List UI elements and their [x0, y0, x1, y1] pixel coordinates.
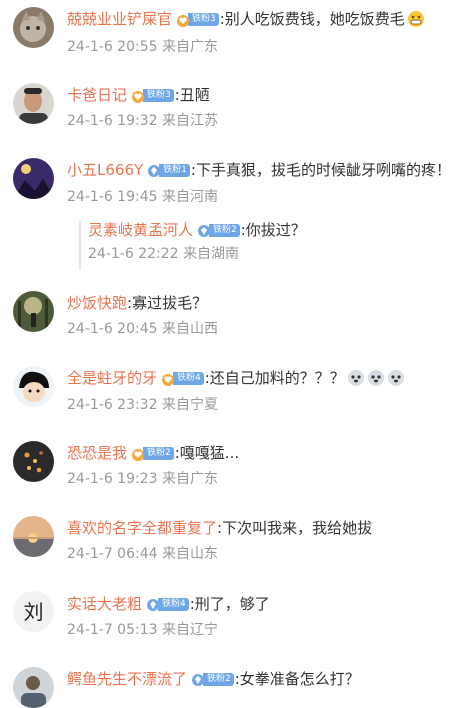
crown-heart-icon [131, 88, 145, 103]
fan-badge[interactable]: 铁粉4 [161, 371, 204, 386]
fan-badge[interactable]: 铁粉3 [176, 12, 219, 27]
username[interactable]: 卡爸日记 [67, 85, 127, 105]
username[interactable]: 全是蛀牙的牙 [67, 368, 157, 388]
username[interactable]: 兢兢业业铲屎官 [67, 9, 172, 29]
fan-badge[interactable]: 铁粉3 [131, 88, 174, 103]
comment-text: :寡过拔毛？ [127, 294, 208, 312]
dots-avatar[interactable] [13, 441, 54, 482]
dog-emoji-icon [347, 369, 365, 387]
badge-label: 铁粉4 [158, 597, 189, 611]
username[interactable]: 小五L666Y [67, 160, 143, 180]
person-avatar[interactable] [13, 667, 54, 708]
avatar-char: 刘 [24, 600, 44, 624]
comment-meta: 24-1-6 19:23 来自广东 [67, 471, 218, 487]
comment-meta: 24-1-6 20:55 来自广东 [67, 39, 218, 55]
dog-emoji-icon [387, 369, 405, 387]
fan-badge[interactable]: 铁粉1 [147, 163, 190, 178]
badge-label: 铁粉2 [203, 672, 234, 686]
comment-meta: 24-1-6 19:45 来自河南 [67, 189, 218, 205]
diamond-icon [191, 672, 205, 686]
badge-label: 铁粉3 [143, 88, 174, 102]
comment-text: :丑陋 [174, 86, 210, 104]
fan-badge[interactable]: 铁粉2 [197, 223, 240, 238]
cat-avatar[interactable] [13, 7, 54, 48]
anime-avatar[interactable] [13, 366, 54, 407]
comment-meta: 24-1-6 19:32 来自江苏 [67, 113, 218, 129]
badge-label: 铁粉4 [173, 371, 204, 385]
comment-meta: 24-1-6 22:22 来自湖南 [88, 246, 239, 262]
comment-text: :女拳准备怎么打？ [234, 670, 360, 688]
badge-label: 铁粉1 [159, 163, 190, 177]
crown-heart-icon [176, 12, 190, 27]
username[interactable]: 恐恐是我 [67, 443, 127, 463]
diamond-icon [197, 223, 211, 237]
comment-text: :下手真狠，拔毛的时候龇牙咧嘴的疼！ [190, 161, 451, 179]
comment-text: :别人吃饭费钱，她吃饭费毛 [219, 10, 405, 28]
fan-badge[interactable]: 铁粉2 [131, 446, 174, 461]
comment-meta: 24-1-6 20:45 来自山西 [67, 321, 218, 337]
badge-label: 铁粉2 [143, 446, 174, 460]
sunset-avatar[interactable] [13, 516, 54, 557]
comment-meta: 24-1-7 05:13 来自辽宁 [67, 622, 218, 638]
dog-emoji-icon [367, 369, 385, 387]
fan-badge[interactable]: 铁粉4 [146, 597, 189, 612]
comment-text: :嘎嘎猛... [174, 444, 240, 462]
man-avatar[interactable] [13, 83, 54, 124]
comment-text: :还自己加料的？？？ [204, 369, 345, 387]
grin-emoji-icon [407, 10, 425, 28]
fan-badge[interactable]: 铁粉2 [191, 672, 234, 687]
crown-heart-icon [161, 371, 175, 386]
comment-text: :下次叫我来，我给她拔 [217, 519, 373, 537]
username[interactable]: 炒饭快跑 [67, 293, 127, 313]
badge-label: 铁粉3 [188, 12, 219, 26]
calligraphy-avatar[interactable]: 刘 [13, 591, 54, 632]
forest-avatar[interactable] [13, 291, 54, 332]
crown-heart-icon [131, 446, 145, 461]
diamond-icon [147, 163, 161, 177]
comment-meta: 24-1-7 06:44 来自山东 [67, 546, 218, 562]
comment-text: :刑了，够了 [189, 595, 270, 613]
username[interactable]: 实话大老粗 [67, 594, 142, 614]
username[interactable]: 喜欢的名字全都重复了 [67, 518, 217, 538]
comment-text: :你拔过？ [240, 221, 306, 239]
diamond-icon [146, 597, 160, 611]
badge-label: 铁粉2 [209, 223, 240, 237]
comment-meta: 24-1-6 23:32 来自宁夏 [67, 397, 218, 413]
reply-item: 灵素岐黄孟河人 铁粉2 :你拔过？ 24-1-6 22:22 来自湖南 [79, 220, 461, 270]
night-avatar[interactable] [13, 158, 54, 199]
username[interactable]: 灵素岐黄孟河人 [88, 220, 193, 240]
username[interactable]: 鳄鱼先生不漂流了 [67, 669, 187, 689]
